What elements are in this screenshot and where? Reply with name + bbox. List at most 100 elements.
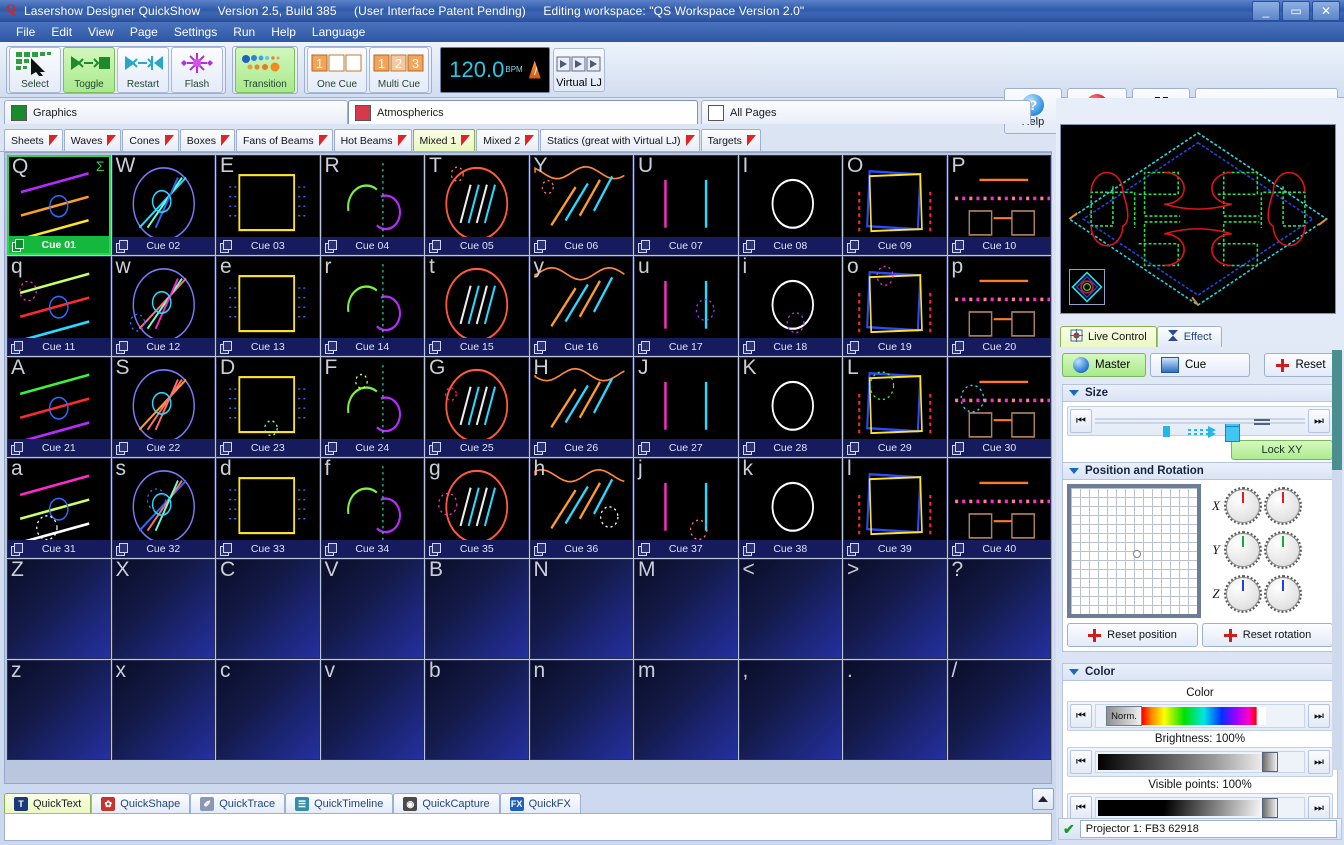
cue-cell[interactable]: O Cue 09 <box>843 155 947 255</box>
cue-copy-icon[interactable] <box>115 543 128 556</box>
maximize-button[interactable]: ▭ <box>1282 1 1310 21</box>
visible-points-slider[interactable] <box>1095 797 1305 819</box>
cue-cell[interactable]: A Cue 21 <box>7 357 111 457</box>
cue-copy-icon[interactable] <box>324 341 337 354</box>
virtual-lj-button[interactable]: Virtual LJ <box>553 47 605 92</box>
section-tab-waves[interactable]: Waves <box>63 129 122 151</box>
right-tab-effect[interactable]: Effect <box>1156 326 1222 347</box>
cue-cell[interactable]: I Cue 08 <box>738 155 842 255</box>
menu-item-view[interactable]: View <box>80 23 122 41</box>
cue-copy-icon[interactable] <box>429 341 441 354</box>
reset-button[interactable]: Reset <box>1264 353 1338 377</box>
cue-copy-icon[interactable] <box>951 341 964 354</box>
quick-tab-quicktext[interactable]: T QuickText <box>4 793 92 814</box>
cue-cell[interactable]: y Cue 16 <box>529 256 633 356</box>
menu-item-settings[interactable]: Settings <box>166 23 225 41</box>
cue-cell-empty[interactable]: > <box>843 559 947 659</box>
cue-copy-icon[interactable] <box>638 240 650 253</box>
color-section-header[interactable]: Color <box>1062 663 1338 681</box>
cue-cell[interactable]: q Cue 11 <box>7 256 111 356</box>
cue-copy-icon[interactable] <box>951 442 964 455</box>
cue-cell[interactable]: H Cue 26 <box>529 357 633 457</box>
cue-copy-icon[interactable] <box>220 341 232 354</box>
cue-copy-icon[interactable] <box>220 240 232 253</box>
cue-cell-empty[interactable]: v <box>320 660 424 760</box>
cue-copy-icon[interactable] <box>742 341 755 354</box>
knob-y-1[interactable] <box>1224 531 1262 569</box>
cue-copy-icon[interactable] <box>115 341 128 354</box>
cue-copy-icon[interactable] <box>324 543 337 556</box>
color-norm-handle[interactable]: Norm. <box>1106 706 1142 726</box>
master-button[interactable]: Master <box>1062 353 1146 377</box>
cue-copy-icon[interactable] <box>429 240 441 253</box>
cue-cell[interactable]: j Cue 37 <box>634 458 738 558</box>
cue-button[interactable]: Cue <box>1150 353 1250 377</box>
page-tab-atmospherics[interactable]: Atmospherics <box>348 100 698 124</box>
cue-cell-empty[interactable]: X <box>111 559 215 659</box>
knob-x-1[interactable] <box>1224 487 1262 525</box>
cue-cell[interactable]: S Cue 22 <box>111 357 215 457</box>
cue-cell[interactable]: T Cue 05 <box>425 155 529 255</box>
cue-copy-icon[interactable] <box>533 341 546 354</box>
size-last-button[interactable]: ⏭ <box>1308 409 1330 433</box>
cue-cell[interactable]: K Cue 28 <box>738 357 842 457</box>
color-last-button[interactable]: ⏭ <box>1308 704 1330 728</box>
cue-cell-empty[interactable]: N <box>529 559 633 659</box>
toggle-button[interactable]: Toggle <box>63 46 115 93</box>
cue-cell[interactable]: w Cue 12 <box>111 256 215 356</box>
cue-cell-empty[interactable]: z <box>7 660 111 760</box>
cue-cell[interactable]: Q Σ Cue 01 <box>7 155 111 255</box>
cue-cell[interactable]: G Cue 25 <box>425 357 529 457</box>
cue-cell[interactable]: h Cue 36 <box>529 458 633 558</box>
cue-copy-icon[interactable] <box>324 442 337 455</box>
cue-copy-icon[interactable] <box>11 442 23 455</box>
cue-copy-icon[interactable] <box>847 442 859 455</box>
position-handle[interactable] <box>1133 550 1141 558</box>
brightness-slider[interactable] <box>1095 751 1305 773</box>
cue-copy-icon[interactable] <box>638 341 650 354</box>
one-cue-button[interactable]: 1 One Cue <box>307 46 367 93</box>
cue-copy-icon[interactable] <box>12 239 24 252</box>
section-tab-statics-great-with-virtual-lj[interactable]: Statics (great with Virtual LJ) <box>540 129 700 151</box>
minimize-button[interactable]: _ <box>1252 1 1280 21</box>
cue-cell[interactable]: Cue 30 <box>947 357 1051 457</box>
size-section-header[interactable]: Size <box>1062 384 1338 402</box>
cue-cell-empty[interactable]: . <box>843 660 947 760</box>
cue-cell[interactable]: f Cue 34 <box>320 458 424 558</box>
cue-cell[interactable]: e Cue 13 <box>216 256 320 356</box>
size-x-slider[interactable] <box>1095 418 1305 438</box>
cue-copy-icon[interactable] <box>847 240 859 253</box>
cue-copy-icon[interactable] <box>638 442 650 455</box>
knob-z-1[interactable] <box>1224 575 1262 613</box>
lock-xy-button[interactable]: Lock XY <box>1231 440 1333 460</box>
cue-cell[interactable]: d Cue 33 <box>216 458 320 558</box>
reset-rotation-button[interactable]: Reset rotation <box>1202 623 1333 647</box>
select-button[interactable]: Select <box>9 46 61 93</box>
right-panel-scrollbar[interactable] <box>1332 350 1342 770</box>
quick-tab-quickcapture[interactable]: ◉ QuickCapture <box>393 793 500 814</box>
cue-cell[interactable]: U Cue 07 <box>634 155 738 255</box>
section-tab-targets[interactable]: Targets <box>700 129 761 151</box>
flash-button[interactable]: Flash <box>171 46 223 93</box>
cue-copy-icon[interactable] <box>533 543 546 556</box>
cue-cell[interactable]: J Cue 27 <box>634 357 738 457</box>
cue-copy-icon[interactable] <box>533 240 546 253</box>
cue-copy-icon[interactable] <box>638 543 650 556</box>
quick-tab-quickfx[interactable]: FX QuickFX <box>499 793 581 814</box>
laser-preview[interactable] <box>1060 124 1336 314</box>
cue-cell-empty[interactable]: C <box>216 559 320 659</box>
section-tab-mixed-1[interactable]: Mixed 1 <box>412 129 476 151</box>
menu-item-page[interactable]: Page <box>122 23 166 41</box>
cue-cell-empty[interactable]: , <box>738 660 842 760</box>
cue-cell[interactable]: W Cue 02 <box>111 155 215 255</box>
cue-cell-empty[interactable]: n <box>529 660 633 760</box>
visible-points-last-button[interactable]: ⏭ <box>1308 796 1330 820</box>
reset-position-button[interactable]: Reset position <box>1067 623 1198 647</box>
close-button[interactable]: ✕ <box>1312 1 1340 21</box>
cue-cell[interactable]: l Cue 39 <box>843 458 947 558</box>
section-tab-hot-beams[interactable]: Hot Beams <box>333 129 412 151</box>
cue-cell-empty[interactable]: < <box>738 559 842 659</box>
bpm-display[interactable]: 120.0 BPM <box>440 46 550 93</box>
cue-copy-icon[interactable] <box>11 341 23 354</box>
cue-copy-icon[interactable] <box>951 543 964 556</box>
